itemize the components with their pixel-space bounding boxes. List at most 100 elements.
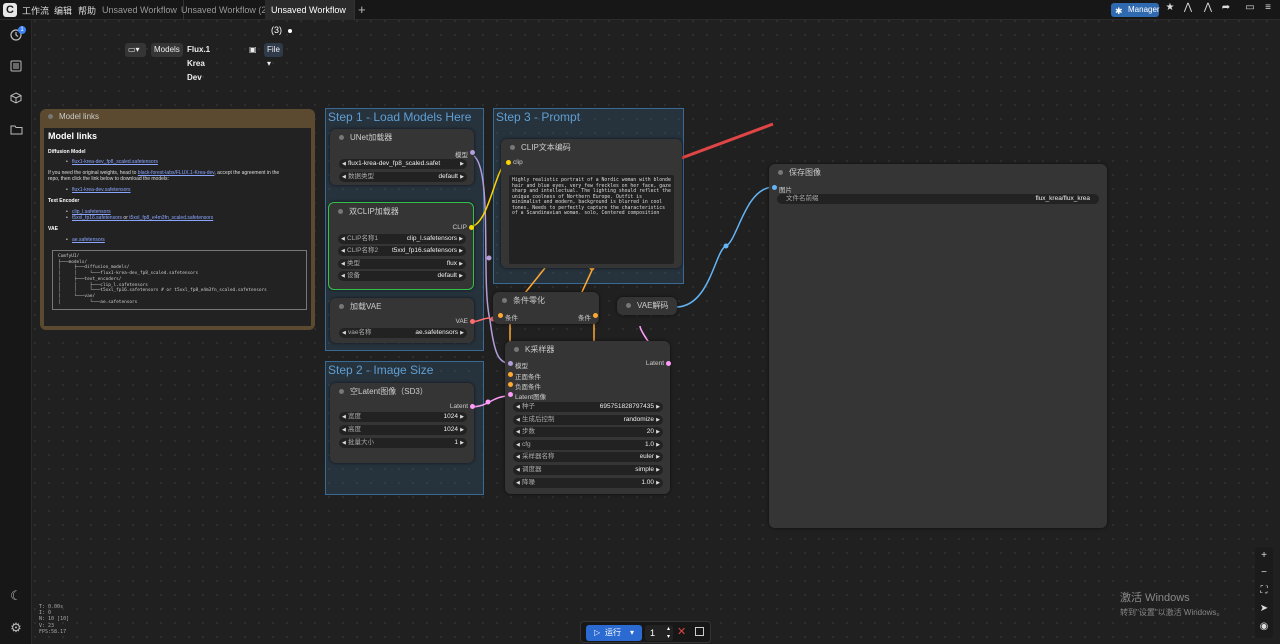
- vae-name-combo[interactable]: ◀ vae名称 ae.safetensors ▶: [339, 328, 467, 338]
- widget-label: 调度器: [522, 466, 542, 473]
- clipencode-input-clip[interactable]: clip: [506, 159, 523, 166]
- arrow-right-icon: ▶: [460, 427, 464, 433]
- zoom-in-icon[interactable]: +: [1255, 550, 1273, 561]
- arrow-right-icon: ▶: [656, 454, 660, 460]
- node-empty-latent[interactable]: 空Latent图像（SD3） Latent ◀ 宽度 1024 ▶ ◀ 高度 1024 ▶ …: [330, 383, 475, 463]
- vaedecode-title: VAE解码: [626, 300, 668, 311]
- zeroout-output[interactable]: 条件: [578, 312, 598, 322]
- node-dualclip-loader[interactable]: 双CLIP加载器 CLIP ◀ CLIP名称1 clip_l.safetensors…: [328, 202, 474, 290]
- arrow-left-icon: ◀: [342, 414, 346, 420]
- width-number[interactable]: ◀ 宽度 1024 ▶: [339, 412, 467, 422]
- unet-output-model[interactable]: 模型: [455, 149, 475, 159]
- port-label: clip: [513, 159, 523, 166]
- pointer-mode-icon[interactable]: ➤: [1255, 603, 1273, 614]
- batch-count-input[interactable]: 1 ▴ ▾: [645, 625, 673, 641]
- node-vae-decode[interactable]: VAE解码: [617, 297, 677, 315]
- seed-number[interactable]: ◀ 种子 695751828797435 ▶: [513, 402, 663, 412]
- steps-number[interactable]: ◀ 步数 20 ▶: [513, 427, 663, 437]
- port-dot: [508, 361, 513, 366]
- node-vae-loader[interactable]: 加载VAE VAE ◀ vae名称 ae.safetensors ▶: [330, 298, 475, 343]
- dualclip-output-clip[interactable]: CLIP: [452, 224, 474, 231]
- vaeloader-title: 加载VAE: [339, 301, 381, 312]
- widget-label: vae名称: [348, 329, 372, 336]
- dtype-combo[interactable]: ◀ 数据类型 default ▶: [339, 172, 467, 182]
- port-label: 模型: [455, 152, 468, 159]
- cancel-x-icon[interactable]: ✕: [677, 625, 686, 638]
- denoise-number[interactable]: ◀ 降噪 1.00 ▶: [513, 478, 663, 488]
- node-ksampler[interactable]: K采样器 模型 正面条件 负面条件 Latent图像 Latent ◀ 种子 695…: [505, 341, 671, 494]
- widget-label: 生成后控制: [522, 416, 555, 423]
- arrow-right-icon: ▶: [460, 174, 464, 180]
- latent-output[interactable]: Latent: [450, 403, 475, 410]
- ksampler-input-model[interactable]: 模型: [508, 360, 528, 370]
- port-dot: [498, 313, 503, 318]
- ksampler-input-latent[interactable]: Latent图像: [508, 391, 547, 401]
- port-dot: [469, 225, 474, 230]
- ksampler-input-positive[interactable]: 正面条件: [508, 371, 541, 381]
- height-number[interactable]: ◀ 高度 1024 ▶: [339, 425, 467, 435]
- port-label: VAE: [455, 318, 468, 325]
- unet-name-combo[interactable]: ◀ flux1-krea-dev_fp8_scaled.safet ▶: [339, 159, 467, 169]
- widget-label: CLIP名称1: [347, 235, 379, 242]
- node-save-image[interactable]: 保存图像 图片 文件名前缀 flux_krea/flux_krea: [769, 164, 1107, 528]
- arrow-left-icon: ◀: [341, 248, 345, 254]
- widget-label: 文件名前缀: [786, 195, 819, 202]
- widget-value: 20: [646, 428, 654, 435]
- widget-value: simple: [635, 466, 654, 473]
- sampler-name-combo[interactable]: ◀ 采样器名称 euler ▶: [513, 452, 663, 462]
- link-image-midpoint: [723, 243, 729, 249]
- port-dot: [593, 313, 598, 318]
- arrow-right-icon: ▶: [656, 404, 660, 410]
- vaeloader-output-vae[interactable]: VAE: [455, 318, 475, 325]
- control-after-generate-combo[interactable]: ◀ 生成后控制 randomize ▶: [513, 415, 663, 425]
- clip-name1-combo[interactable]: ◀ CLIP名称1 clip_l.safetensors ▶: [338, 234, 466, 244]
- node-unet-loader[interactable]: UNet加载器 模型 ◀ flux1-krea-dev_fp8_scaled.sa…: [330, 129, 475, 185]
- stepper-arrows-icon[interactable]: ▴ ▾: [667, 625, 670, 641]
- arrow-right-icon: ▶: [656, 442, 660, 448]
- widget-label: 数据类型: [348, 173, 374, 180]
- toggle-links-icon[interactable]: ◉: [1255, 621, 1273, 632]
- arrow-left-icon: ◀: [341, 261, 345, 267]
- arrow-left-icon: ◀: [516, 404, 520, 410]
- clip-device-combo[interactable]: ◀ 设备 default ▶: [338, 271, 466, 281]
- run-button[interactable]: ▷ 运行 ▾: [586, 625, 642, 641]
- node-conditioning-zero-out[interactable]: 条件零化 条件 条件: [493, 292, 599, 324]
- widget-label: 步数: [522, 428, 535, 435]
- widget-value: 1024: [443, 426, 458, 433]
- port-dot: [508, 382, 513, 387]
- widget-label: 宽度: [348, 413, 361, 420]
- widget-value: 695751828797435: [599, 403, 654, 410]
- fit-view-icon[interactable]: ⛶: [1255, 585, 1273, 596]
- arrow-left-icon: ◀: [341, 236, 345, 242]
- cfg-number[interactable]: ◀ cfg 1.0 ▶: [513, 440, 663, 450]
- arrow-right-icon: ▶: [656, 480, 660, 486]
- ksampler-title: K采样器: [514, 344, 554, 355]
- ksampler-output-latent[interactable]: Latent: [646, 360, 671, 367]
- arrow-left-icon: ◀: [516, 417, 520, 423]
- port-label: Latent图像: [515, 394, 547, 401]
- chevron-down-icon[interactable]: ▾: [630, 625, 634, 641]
- node-clip-text-encode[interactable]: CLIP文本编码 clip Highly realistic portrait …: [501, 139, 682, 268]
- dualclip-title: 双CLIP加载器: [338, 206, 399, 217]
- stop-square-icon[interactable]: [695, 627, 704, 636]
- scheduler-combo[interactable]: ◀ 调度器 simple ▶: [513, 465, 663, 475]
- clip-name2-combo[interactable]: ◀ CLIP名称2 t5xxl_fp16.safetensors ▶: [338, 246, 466, 256]
- run-label: 运行: [605, 628, 621, 637]
- filename-prefix-input[interactable]: 文件名前缀 flux_krea/flux_krea: [777, 194, 1099, 204]
- ksampler-input-negative[interactable]: 负面条件: [508, 381, 541, 391]
- widget-value: flux: [446, 260, 457, 267]
- widget-label: 设备: [347, 272, 360, 279]
- clip-type-combo[interactable]: ◀ 类型 flux ▶: [338, 259, 466, 269]
- saveimage-input-images[interactable]: 图片: [772, 184, 792, 194]
- port-label: 条件: [578, 315, 591, 322]
- watermark-line2: 转到"设置"以激活 Windows。: [1120, 608, 1225, 617]
- prompt-textarea[interactable]: Highly realistic portrait of a Nordic wo…: [509, 175, 674, 264]
- windows-activation-watermark: 激活 Windows 转到"设置"以激活 Windows。: [1120, 589, 1224, 618]
- widget-label: 批量大小: [348, 439, 374, 446]
- arrow-left-icon: ◀: [341, 273, 345, 279]
- port-label: CLIP: [452, 224, 467, 231]
- zeroout-input[interactable]: 条件: [498, 312, 518, 322]
- zoom-out-icon[interactable]: −: [1255, 567, 1273, 578]
- port-label: 图片: [779, 187, 792, 194]
- batch-size-number[interactable]: ◀ 批量大小 1 ▶: [339, 438, 467, 448]
